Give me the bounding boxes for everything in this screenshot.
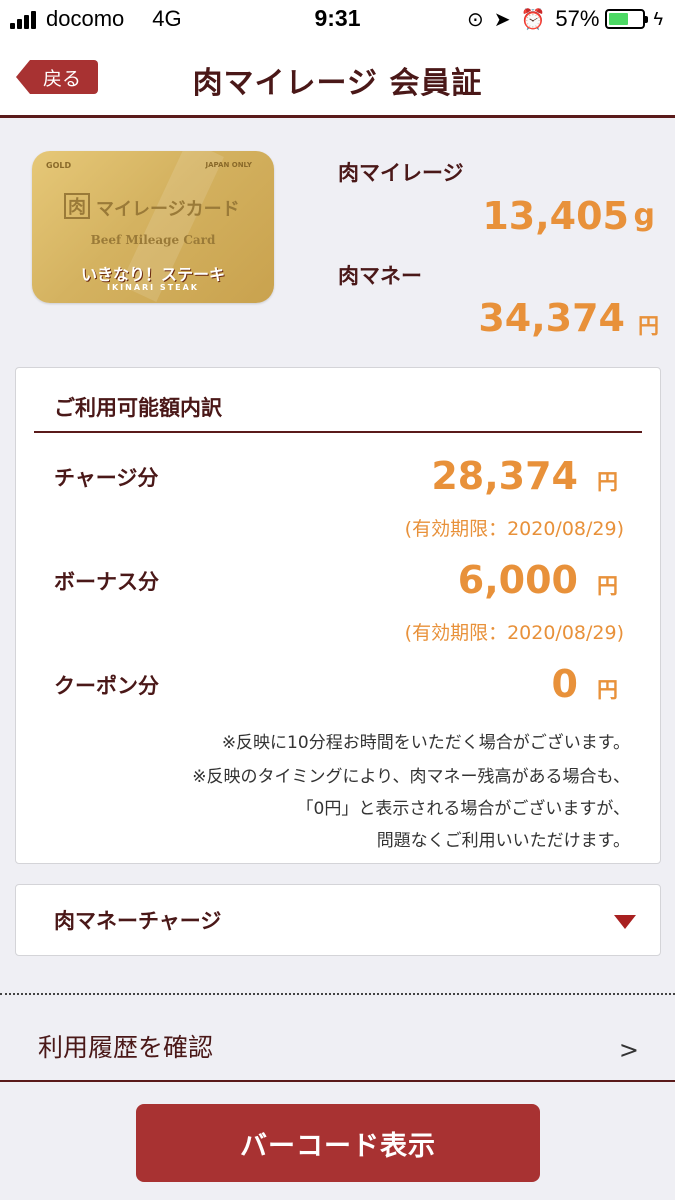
mileage-label: 肉マイレージ [338, 161, 464, 185]
mileage-value: 13,405 [482, 194, 629, 238]
dotted-divider [0, 993, 675, 995]
card-japan-only-label: JAPAN ONLY [205, 161, 252, 169]
charge-portion-expiry: (有効期限：2020/08/29) [404, 518, 624, 540]
note-line: ※反映に10分程お時間をいただく場合がございます。 [221, 733, 630, 753]
battery-percent: 57% [555, 6, 600, 31]
card-brand-sub: IKINARI STEAK [106, 283, 200, 292]
page-title: 肉マイレージ 会員証 [192, 66, 483, 101]
bonus-portion-expiry: (有効期限：2020/08/29) [404, 622, 624, 644]
coupon-portion-value: 0 [551, 662, 578, 706]
chevron-right-icon: > [618, 1036, 639, 1064]
money-value: 34,374 [478, 296, 625, 340]
charge-portion-label: チャージ分 [54, 466, 159, 490]
card-meat-logo: 肉 [64, 193, 90, 219]
caret-down-icon [614, 915, 636, 929]
charging-bolt-icon: ϟ [653, 8, 663, 29]
note-line: 問題なくご利用いいただけます。 [376, 831, 630, 851]
location-arrow-icon: ➤ [493, 8, 511, 31]
alarm-icon: ⏰ [520, 8, 546, 31]
charge-portion-unit: 円 [597, 470, 618, 494]
money-label: 肉マネー [338, 264, 422, 288]
bonus-portion-value: 6,000 [457, 558, 578, 602]
note-line: 「0円」と表示される場合がございますが、 [296, 799, 630, 819]
mileage-unit: g [633, 198, 655, 233]
charge-portion-value: 28,374 [431, 454, 578, 498]
bonus-portion-unit: 円 [597, 574, 618, 598]
breakdown-panel: ご利用可能額内訳 チャージ分 28,374 円 (有効期限：2020/08/29… [15, 367, 661, 864]
usage-history-row[interactable]: 利用履歴を確認 > [0, 996, 675, 1082]
money-unit: 円 [638, 314, 659, 338]
lock-rotation-icon: ⊙ [466, 8, 484, 31]
money-charge-accordion[interactable]: 肉マネーチャージ [15, 884, 661, 956]
coupon-portion-unit: 円 [597, 678, 618, 702]
breakdown-title: ご利用可能額内訳 [54, 396, 222, 420]
barcode-display-button[interactable]: バーコード表示 [136, 1104, 540, 1182]
status-bar: docomo 4G 9:31 ⊙ ➤ ⏰ 57% ϟ [0, 0, 675, 38]
card-brand-logo: いきなり！ステーキ [80, 265, 225, 284]
note-line: ※反映のタイミングにより、肉マネー残高がある場合も、 [192, 767, 630, 787]
bonus-portion-label: ボーナス分 [54, 570, 159, 594]
battery-icon [605, 9, 649, 29]
divider [34, 431, 642, 433]
member-card-image: GOLD JAPAN ONLY 肉 マイレージカード Beef Mileage … [32, 151, 274, 303]
card-beef-text: Beef Mileage Card [90, 233, 216, 247]
card-gold-label: GOLD [46, 161, 72, 170]
card-mileage-text: マイレージカード [96, 199, 240, 220]
usage-history-label: 利用履歴を確認 [38, 1033, 214, 1062]
nav-header: 戻る 肉マイレージ 会員証 [0, 38, 675, 118]
status-right: ⊙ ➤ ⏰ 57% ϟ [467, 6, 663, 32]
coupon-portion-label: クーポン分 [54, 674, 159, 698]
money-charge-label: 肉マネーチャージ [54, 909, 222, 933]
